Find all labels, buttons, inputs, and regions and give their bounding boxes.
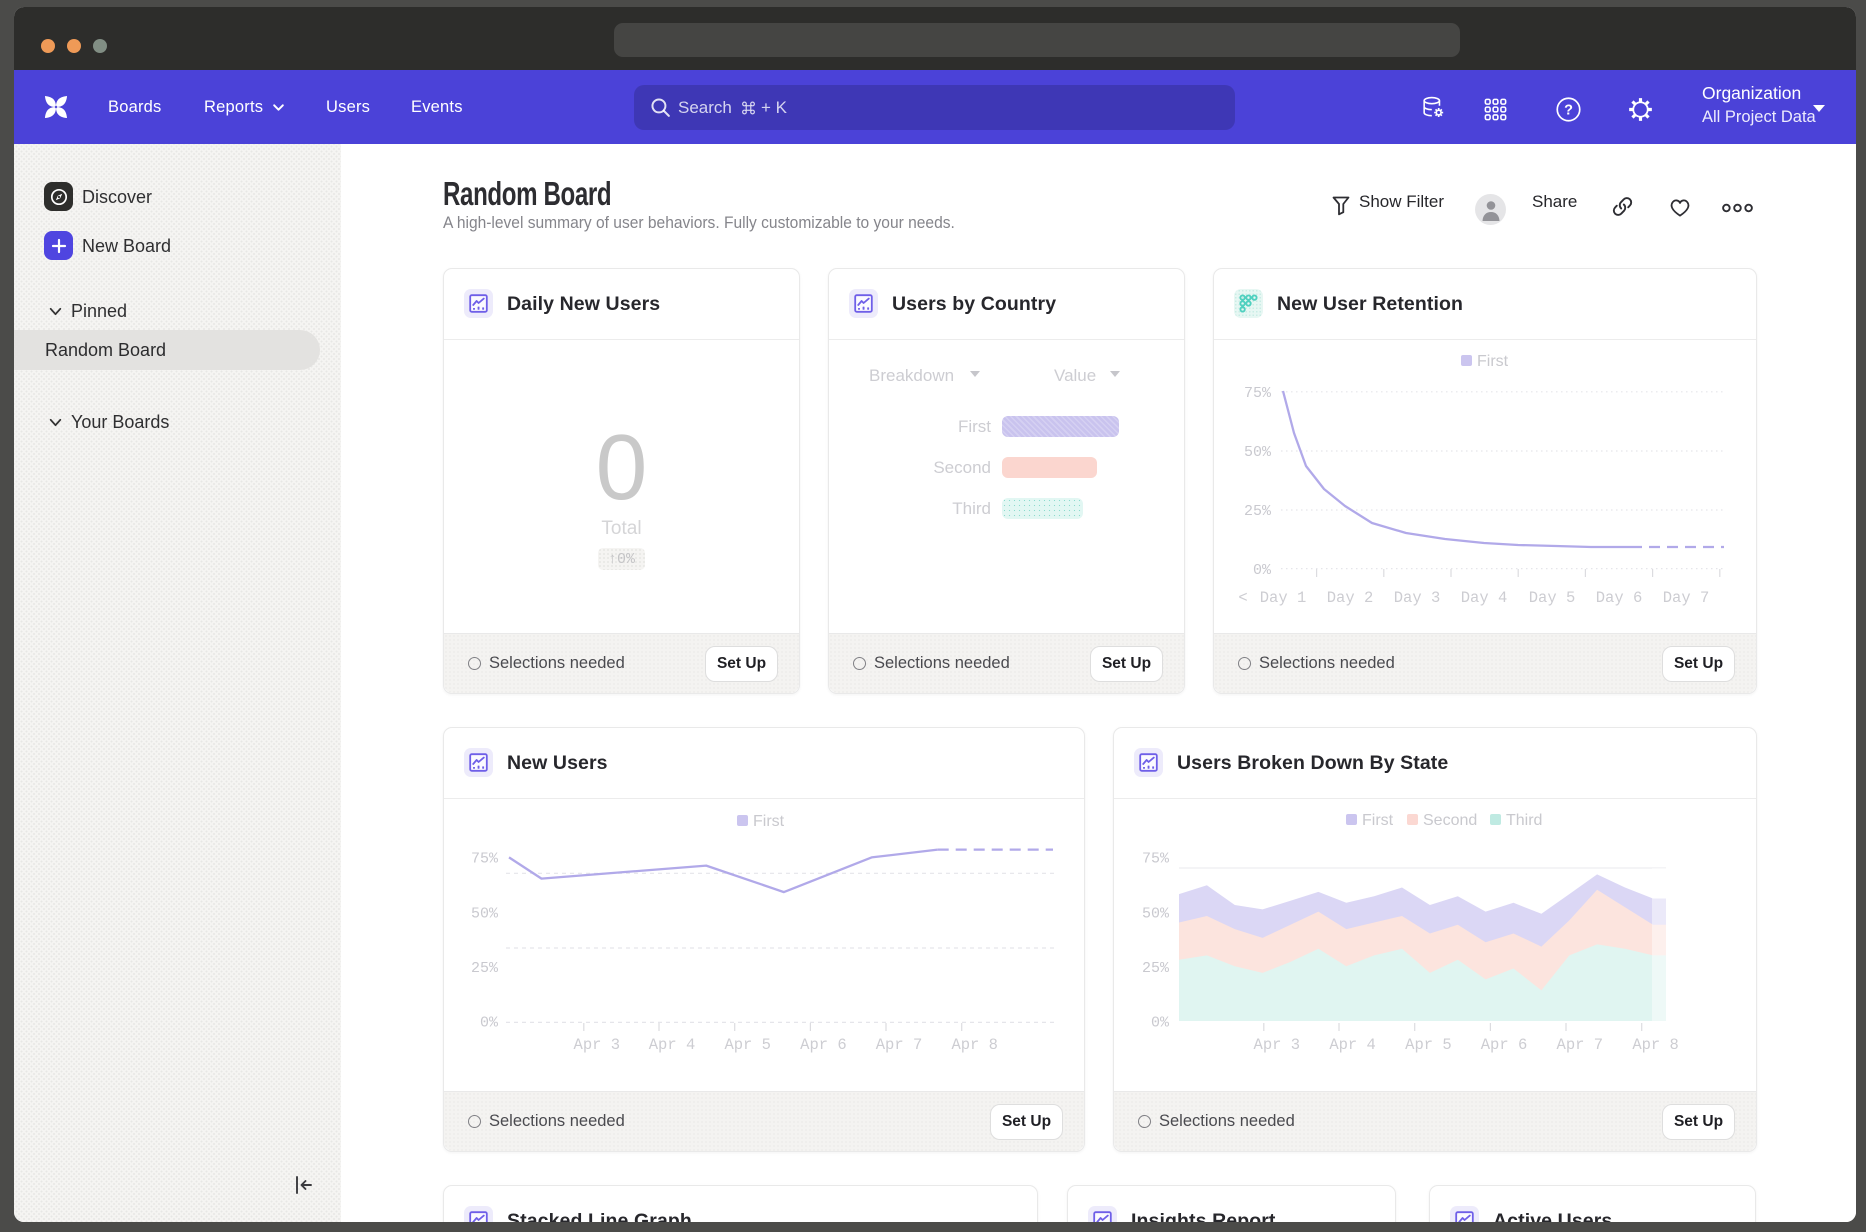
svg-text:Third: Third <box>1506 812 1542 829</box>
svg-text:Day 2: Day 2 <box>1327 589 1374 607</box>
svg-text:75%: 75% <box>471 850 499 867</box>
svg-text:Apr 7: Apr 7 <box>876 1036 923 1054</box>
svg-text:?: ? <box>1564 102 1573 118</box>
svg-text:25%: 25% <box>471 960 499 977</box>
svg-text:Apr 7: Apr 7 <box>1557 1036 1604 1054</box>
svg-text:Day 1: Day 1 <box>1260 589 1307 607</box>
svg-text:75%: 75% <box>1142 850 1170 867</box>
svg-text:0%: 0% <box>480 1015 499 1032</box>
svg-text:75%: 75% <box>1244 385 1272 402</box>
svg-text:Apr 4: Apr 4 <box>1329 1036 1376 1054</box>
svg-text:Second: Second <box>1423 812 1477 829</box>
svg-text:Apr 3: Apr 3 <box>574 1036 621 1054</box>
svg-text:0%: 0% <box>1253 562 1272 579</box>
svg-text:25%: 25% <box>1142 960 1170 977</box>
svg-text:<: < <box>1238 589 1247 607</box>
svg-text:First: First <box>753 813 785 830</box>
svg-text:Apr 6: Apr 6 <box>1481 1036 1528 1054</box>
svg-text:Day 5: Day 5 <box>1529 589 1576 607</box>
svg-text:First: First <box>1362 812 1394 829</box>
svg-text:Apr 5: Apr 5 <box>1405 1036 1452 1054</box>
svg-text:Apr 4: Apr 4 <box>649 1036 696 1054</box>
svg-text:50%: 50% <box>1142 905 1170 922</box>
svg-text:Apr 8: Apr 8 <box>951 1036 998 1054</box>
svg-text:Apr 3: Apr 3 <box>1254 1036 1301 1054</box>
svg-text:Day 7: Day 7 <box>1663 589 1710 607</box>
svg-text:0%: 0% <box>1151 1015 1170 1032</box>
svg-text:Day 6: Day 6 <box>1596 589 1643 607</box>
svg-text:50%: 50% <box>471 905 499 922</box>
svg-text:Apr 6: Apr 6 <box>800 1036 847 1054</box>
svg-text:Apr 8: Apr 8 <box>1632 1036 1679 1054</box>
svg-text:First: First <box>1477 353 1509 370</box>
svg-text:50%: 50% <box>1244 444 1272 461</box>
svg-text:Apr 5: Apr 5 <box>724 1036 771 1054</box>
svg-text:25%: 25% <box>1244 503 1272 520</box>
svg-text:Day 3: Day 3 <box>1394 589 1441 607</box>
svg-text:Day 4: Day 4 <box>1461 589 1508 607</box>
